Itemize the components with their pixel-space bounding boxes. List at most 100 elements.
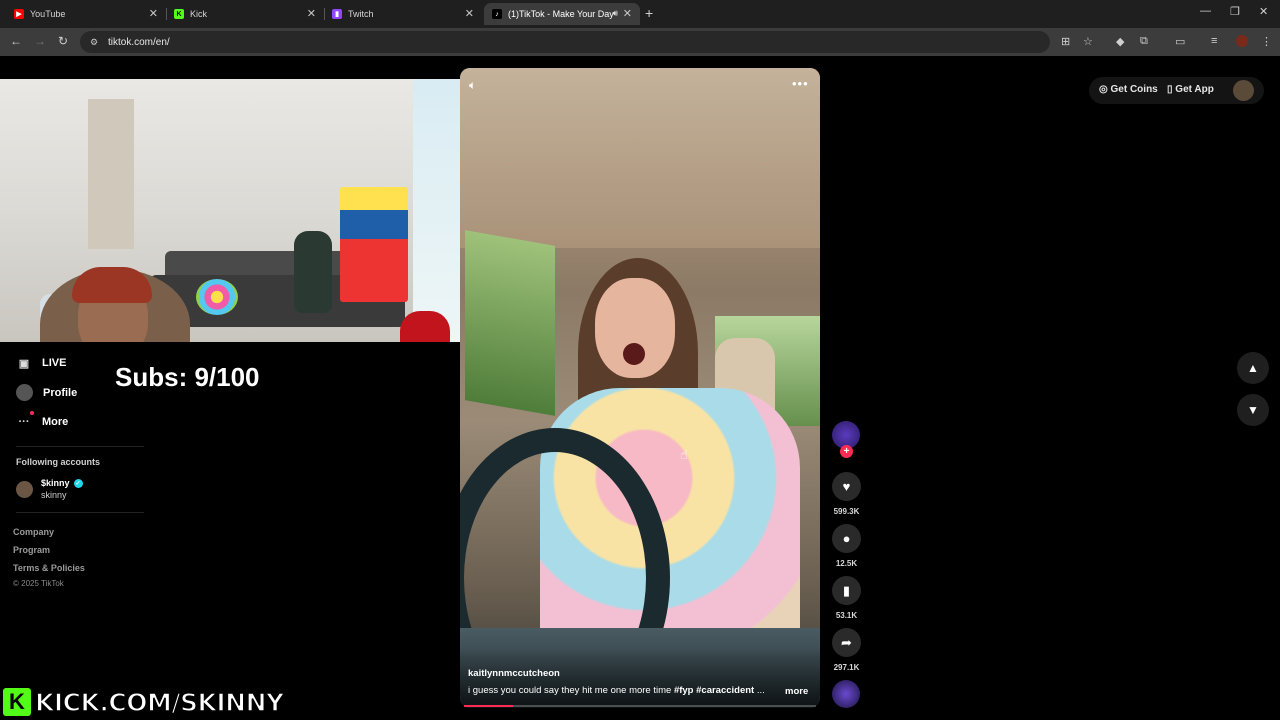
footer-link-terms[interactable]: Terms & Policies [13, 563, 85, 573]
forward-icon[interactable]: → [34, 34, 46, 48]
reload-icon[interactable]: ↻ [58, 34, 68, 48]
side-panel-icon[interactable]: ▭ [1175, 35, 1185, 48]
tab-youtube[interactable]: ▶ YouTube ✕ [6, 3, 166, 25]
share-arrow-icon: ➦ [841, 634, 852, 650]
tab-title: Kick [190, 9, 208, 19]
hashtag-link[interactable]: #caraccident [696, 685, 754, 696]
like-count: 599.3K [833, 507, 860, 516]
video-more-options-icon[interactable]: ••• [792, 76, 809, 91]
following-account-name[interactable]: $kinny ✓ [41, 478, 83, 488]
sidebar-item-label: More [42, 416, 69, 428]
kick-url-text: KICK.COM/SKINNY [34, 687, 285, 718]
close-tab-icon[interactable]: ✕ [623, 7, 632, 20]
comment-bubble-icon: ● [842, 531, 851, 546]
get-app-label: Get App [1175, 84, 1214, 95]
tab-kick[interactable]: K Kick ✕ [166, 3, 324, 25]
verified-badge-icon: ✓ [73, 478, 83, 488]
new-tab-button[interactable]: + [645, 5, 653, 21]
media-control-icon[interactable]: ≡ [1211, 35, 1217, 47]
hashtag-link[interactable]: #fyp [674, 685, 694, 696]
music-disc-icon[interactable] [832, 680, 860, 708]
site-info-icon[interactable]: ⚙ [90, 37, 100, 48]
save-button[interactable]: ▮ [832, 576, 861, 605]
kick-logo-icon: K [3, 688, 31, 716]
following-account-handle[interactable]: skinny [41, 490, 67, 500]
minimize-icon[interactable]: — [1200, 5, 1211, 17]
following-account-avatar[interactable] [16, 481, 33, 498]
back-icon[interactable]: ← [10, 34, 22, 48]
account-name: $kinny [41, 478, 70, 488]
avatar [16, 384, 33, 401]
divider [16, 512, 144, 513]
youtube-icon: ▶ [14, 9, 24, 19]
description-text: i guess you could say they hit me one mo… [468, 685, 672, 696]
divider [16, 446, 144, 447]
next-video-button[interactable]: ▼ [1237, 394, 1269, 426]
close-tab-icon[interactable]: ✕ [149, 7, 158, 20]
tab-tiktok[interactable]: ♪ (1)TikTok - Make Your Day 🔊︎ ✕ [484, 3, 640, 25]
get-app-button[interactable]: ▯ Get App [1167, 84, 1214, 95]
extensions-puzzle-icon[interactable]: ⧉ [1140, 35, 1148, 48]
close-window-icon[interactable]: ✕ [1259, 5, 1268, 18]
profile-avatar[interactable] [1233, 80, 1254, 101]
heart-icon: ♥ [842, 479, 851, 494]
mouse-cursor-icon: ☝︎ [680, 447, 688, 462]
video-progress-bar[interactable] [464, 705, 816, 707]
follow-plus-icon[interactable]: + [840, 445, 853, 458]
twitch-icon: ▮ [332, 9, 342, 19]
get-coins-label: Get Coins [1110, 84, 1158, 95]
sidebar-item-label: Profile [43, 386, 78, 399]
copyright-text: © 2025 TikTok [13, 579, 64, 588]
sidebar-item-profile[interactable]: Profile [16, 384, 77, 401]
sidebar-item-live[interactable]: ▣ LIVE [16, 355, 67, 371]
browser-toolbar: ← → ↻ ⚙ tiktok.com/en/ ⊞ ☆ ◆ ⧉ ▭ ≡ ⋮ [0, 28, 1280, 56]
video-description: i guess you could say they hit me one mo… [468, 685, 778, 696]
chevron-down-icon: ▼ [1247, 403, 1259, 417]
sidebar-item-label: LIVE [42, 357, 67, 369]
tab-twitch[interactable]: ▮ Twitch ✕ [324, 3, 482, 25]
footer-link-company[interactable]: Company [13, 527, 54, 537]
live-calendar-icon: ▣ [18, 357, 30, 370]
bookmark-icon: ▮ [842, 582, 851, 598]
get-coins-button[interactable]: ◎ Get Coins [1099, 84, 1158, 95]
bookmark-star-icon[interactable]: ☆ [1083, 35, 1093, 48]
browser-menu-icon[interactable]: ⋮ [1261, 35, 1272, 48]
restore-icon[interactable]: ❐ [1230, 5, 1240, 18]
browser-profile-avatar[interactable] [1236, 35, 1248, 47]
audio-playing-icon[interactable]: 🔊︎ [612, 8, 618, 19]
more-dots-icon: ··· [16, 411, 34, 430]
share-button[interactable]: ➦ [832, 628, 861, 657]
extension-icon[interactable]: ◆ [1116, 35, 1124, 48]
previous-video-button[interactable]: ▲ [1237, 352, 1269, 384]
coin-icon: ◎ [1099, 84, 1108, 95]
share-count: 297.1K [833, 663, 860, 672]
comment-button[interactable]: ● [832, 524, 861, 553]
webcam-feed [0, 79, 465, 342]
tab-title: Twitch [348, 9, 374, 19]
following-accounts-title: Following accounts [16, 457, 101, 467]
tab-title: (1)TikTok - Make Your Day [508, 9, 614, 19]
video-progress-fill [464, 705, 514, 707]
install-app-icon[interactable]: ⊞ [1061, 35, 1070, 48]
video-player[interactable] [460, 68, 820, 708]
description-more-button[interactable]: more [785, 686, 808, 697]
like-button[interactable]: ♥ [832, 472, 861, 501]
address-bar[interactable]: ⚙ tiktok.com/en/ [80, 31, 1050, 53]
address-url: tiktok.com/en/ [108, 36, 170, 48]
close-tab-icon[interactable]: ✕ [307, 7, 316, 20]
volume-icon[interactable]: 🔈︎ [469, 78, 476, 93]
notification-dot [30, 411, 34, 415]
chevron-up-icon: ▲ [1247, 361, 1259, 375]
kick-icon: K [174, 9, 184, 19]
description-ellipsis: ... [756, 685, 765, 696]
video-author[interactable]: kaitlynnmccutcheon [468, 668, 560, 679]
comment-count: 12.5K [835, 559, 858, 568]
kick-channel-banner: K KICK.COM/SKINNY [0, 686, 285, 718]
close-tab-icon[interactable]: ✕ [465, 7, 474, 20]
sidebar-item-more[interactable]: ··· More [16, 411, 69, 430]
phone-icon: ▯ [1167, 84, 1173, 95]
save-count: 53.1K [835, 611, 858, 620]
footer-link-program[interactable]: Program [13, 545, 50, 555]
browser-tab-bar: ▶ YouTube ✕ K Kick ✕ ▮ Twitch ✕ ♪ (1)Tik… [0, 0, 1280, 28]
tab-title: YouTube [30, 9, 66, 19]
